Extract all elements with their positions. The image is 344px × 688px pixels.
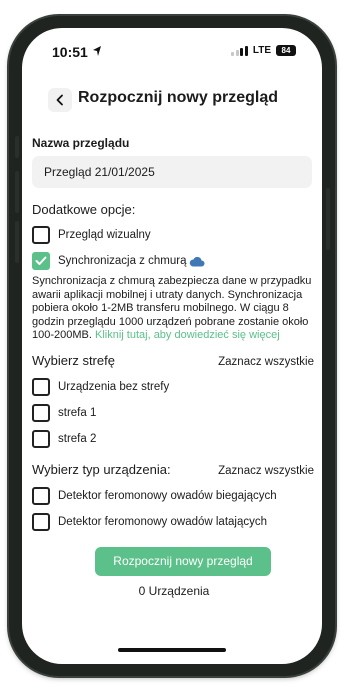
zones-select-all-button[interactable]: Zaznacz wszystkie bbox=[218, 356, 314, 368]
zones-title: Wybierz strefę bbox=[32, 352, 115, 368]
status-time: 10:51 bbox=[52, 44, 88, 60]
signal-bars-icon bbox=[231, 45, 248, 56]
cloud-sync-checkbox[interactable] bbox=[32, 252, 50, 270]
page-title: Rozpocznij nowy przegląd bbox=[78, 89, 279, 106]
device-type-label: Detektor feromonowy owadów biegających bbox=[58, 489, 277, 502]
device-type-option[interactable]: Detektor feromonowy owadów latających bbox=[32, 509, 314, 535]
additional-options-title: Dodatkowe opcje: bbox=[32, 202, 136, 217]
learn-more-link[interactable]: Kliknij tutaj, aby dowiedzieć się więcej bbox=[95, 329, 280, 341]
volume-up-button bbox=[15, 171, 19, 213]
visual-inspection-checkbox[interactable] bbox=[32, 226, 50, 244]
zone-label: strefa 1 bbox=[58, 406, 97, 419]
visual-inspection-label: Przegląd wizualny bbox=[58, 229, 151, 241]
zone-checkbox[interactable] bbox=[32, 429, 50, 448]
inspection-name-label: Nazwa przeglądu bbox=[32, 136, 130, 150]
location-arrow-icon bbox=[93, 46, 101, 56]
zone-option[interactable]: strefa 1 bbox=[32, 400, 314, 426]
device-type-checkbox[interactable] bbox=[32, 512, 50, 531]
device-count: 0 Urządzenia bbox=[138, 583, 210, 598]
visual-inspection-option[interactable]: Przegląd wizualny bbox=[32, 223, 314, 247]
device-types-select-all-button[interactable]: Zaznacz wszystkie bbox=[218, 465, 314, 477]
zone-option[interactable]: Urządzenia bez strefy bbox=[32, 374, 314, 400]
zone-checkbox[interactable] bbox=[32, 377, 50, 396]
start-inspection-button[interactable]: Rozpocznij nowy przegląd bbox=[95, 546, 271, 576]
page-header: Rozpocznij nowy przegląd bbox=[22, 86, 322, 116]
cloud-sync-description: Synchronizacja z chmurą zabezpiecza dane… bbox=[32, 275, 314, 343]
screen: 10:51 LTE 84 Rozpocznij nowy przegląd Na… bbox=[22, 28, 322, 664]
network-type: LTE bbox=[252, 45, 271, 56]
device-type-checkbox[interactable] bbox=[32, 486, 50, 505]
form-content: Nazwa przeglądu Przegląd 21/01/2025 Doda… bbox=[32, 136, 314, 598]
status-indicators: LTE 84 bbox=[231, 45, 296, 56]
checkmark-icon bbox=[35, 256, 47, 265]
back-button[interactable] bbox=[48, 88, 72, 112]
zone-checkbox[interactable] bbox=[32, 403, 50, 422]
zone-label: strefa 2 bbox=[58, 432, 97, 445]
cloud-sync-label: Synchronizacja z chmurą bbox=[58, 255, 187, 267]
zone-label: Urządzenia bez strefy bbox=[58, 380, 170, 393]
power-button bbox=[326, 188, 330, 250]
device-type-label: Detektor feromonowy owadów latających bbox=[58, 515, 268, 528]
volume-down-button bbox=[15, 221, 19, 263]
status-bar: 10:51 LTE 84 bbox=[22, 28, 322, 74]
device-types-title: Wybierz typ urządzenia: bbox=[32, 461, 171, 477]
silent-switch bbox=[15, 136, 19, 158]
battery-indicator: 84 bbox=[276, 45, 296, 56]
chevron-left-icon bbox=[56, 94, 63, 106]
inspection-name-input[interactable]: Przegląd 21/01/2025 bbox=[32, 156, 312, 188]
device-types-header: Wybierz typ urządzenia: Zaznacz wszystki… bbox=[32, 462, 314, 477]
device-type-option[interactable]: Detektor feromonowy owadów biegających bbox=[32, 483, 314, 509]
cloud-sync-option[interactable]: Synchronizacja z chmurą bbox=[32, 249, 314, 273]
cloud-icon bbox=[189, 256, 205, 267]
home-indicator bbox=[118, 648, 226, 652]
zones-header: Wybierz strefę Zaznacz wszystkie bbox=[32, 353, 314, 368]
zone-option[interactable]: strefa 2 bbox=[32, 426, 314, 452]
